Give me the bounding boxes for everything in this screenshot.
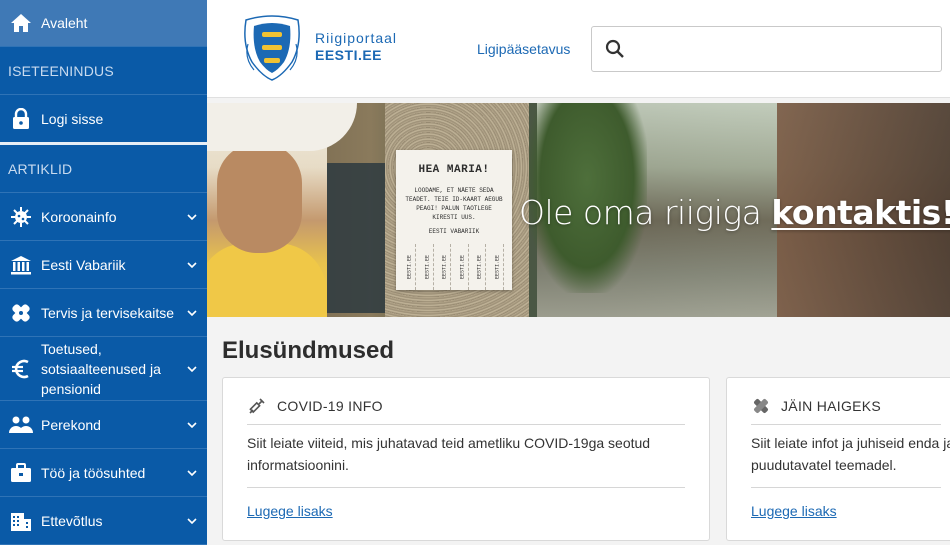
sidebar-item-label: Toetused, sotsiaalteenused ja pensionid: [41, 339, 177, 399]
sidebar-item-benefits[interactable]: Toetused, sotsiaalteenused ja pensionid: [0, 337, 207, 401]
lock-icon: [9, 107, 33, 131]
note-sign: EESTI VABARIIK: [428, 228, 480, 235]
divider: [247, 487, 685, 488]
sidebar-item-label: Tervis ja tervisekaitse: [41, 304, 175, 321]
sidebar-item-label: Ettevõtlus: [41, 512, 103, 529]
read-more-link[interactable]: Lugege lisaks: [751, 503, 837, 519]
sidebar-section-self-service: ISETEENINDUS: [0, 47, 207, 95]
search-icon[interactable]: [592, 39, 638, 59]
card-title: COVID-19 INFO: [277, 398, 383, 414]
site-header: Riigiportaal EESTI.EE Ligipääsetavus: [207, 0, 950, 98]
chevron-down-icon[interactable]: [177, 309, 207, 316]
institution-icon: [9, 253, 33, 277]
card-header: COVID-19 INFO: [247, 396, 383, 416]
read-more-link[interactable]: Lugege lisaks: [247, 503, 333, 519]
chevron-down-icon[interactable]: [177, 421, 207, 428]
chevron-down-icon[interactable]: [177, 213, 207, 220]
brand-line-1: Riigiportaal: [315, 30, 398, 46]
note-strip: EESTI.EE: [404, 244, 416, 290]
sidebar-item-label: Töö ja töösuhted: [41, 464, 146, 481]
hero-headline: Ole oma riigiga kontaktis!: [519, 193, 950, 232]
home-icon: [9, 11, 33, 35]
sidebar-item-home[interactable]: Avaleht: [0, 0, 207, 47]
life-event-card[interactable]: COVID-19 INFO Siit leiate viiteid, mis j…: [222, 377, 710, 541]
hero-person-face: [217, 143, 302, 253]
syringe-icon: [247, 396, 267, 416]
sidebar-item-health[interactable]: Tervis ja tervisekaitse: [0, 289, 207, 337]
card-text: Siit leiate infot ja juhiseid enda ja pu…: [751, 432, 950, 476]
note-strip: EESTI.EE: [421, 244, 434, 290]
card-text-line: Siit leiate viiteid, mis juhatavad teid …: [247, 435, 651, 451]
bandage-icon: [751, 396, 771, 416]
note-strip: EESTI.EE: [491, 244, 504, 290]
divider: [751, 424, 941, 425]
life-event-card[interactable]: JÄIN HAIGEKS Siit leiate infot ja juhise…: [726, 377, 950, 541]
hero-headline-link[interactable]: kontaktis!: [771, 193, 950, 232]
divider: [247, 424, 685, 425]
note-body: LOODAME, ET NÄETE SEDA TEADET. TEIE ID-K…: [405, 187, 503, 221]
sidebar-item-label-line: pensionid: [41, 380, 101, 397]
divider: [751, 487, 941, 488]
note-title: HEA MARIA!: [418, 164, 490, 176]
hero-headline-plain: Ole oma riigiga: [519, 193, 772, 232]
virus-icon: [9, 205, 33, 229]
search-box[interactable]: [591, 26, 942, 72]
bandage-icon: [9, 301, 33, 325]
sidebar-item-republic[interactable]: Eesti Vabariik: [0, 241, 207, 289]
sidebar-item-label: Koroonainfo: [41, 208, 117, 225]
hero-person-shirt: [207, 243, 327, 317]
sidebar-item-label: Logi sisse: [41, 110, 104, 127]
brand-name[interactable]: Riigiportaal EESTI.EE: [315, 30, 397, 64]
building-icon: [9, 509, 33, 533]
sidebar: Avaleht ISETEENINDUS Logi sisse ARTIKLID…: [0, 0, 207, 545]
note-strip: EESTI.EE: [474, 244, 487, 290]
accessibility-link[interactable]: Ligipääsetavus: [477, 41, 570, 57]
search-input[interactable]: [638, 29, 941, 69]
hero-person: [207, 103, 357, 317]
sidebar-item-label-line: sotsiaalteenused ja: [41, 360, 161, 377]
sidebar-item-label: Avaleht: [41, 15, 88, 31]
card-text-line: puudutavatel teemadel.: [751, 457, 897, 473]
note-tear-strips: EESTI.EE EESTI.EE EESTI.EE EESTI.EE EEST…: [404, 244, 504, 290]
sidebar-item-coronavirus[interactable]: Koroonainfo: [0, 193, 207, 241]
sidebar-item-business[interactable]: Ettevõtlus: [0, 497, 207, 545]
family-icon: [9, 413, 33, 437]
sidebar-section-articles: ARTIKLID: [0, 145, 207, 193]
card-text-line: Siit leiate infot ja juhiseid enda ja: [751, 435, 950, 451]
chevron-down-icon[interactable]: [177, 517, 207, 524]
sidebar-item-label: Perekond: [41, 416, 101, 433]
sidebar-item-label: Eesti Vabariik: [41, 256, 126, 273]
hero-notice-paper: HEA MARIA! LOODAME, ET NÄETE SEDA TEADET…: [396, 150, 512, 290]
euro-icon: [9, 357, 33, 381]
section-title: Elusündmused: [222, 337, 395, 364]
sidebar-item-family[interactable]: Perekond: [0, 401, 207, 449]
note-strip: EESTI.EE: [439, 244, 452, 290]
sidebar-item-work[interactable]: Töö ja töösuhted: [0, 449, 207, 497]
chevron-down-icon[interactable]: [177, 469, 207, 476]
chevron-down-icon[interactable]: [177, 261, 207, 268]
hero-person-hat: [207, 103, 357, 151]
card-title: JÄIN HAIGEKS: [781, 398, 882, 414]
sidebar-item-label-line: Toetused,: [41, 340, 102, 357]
hero-banner[interactable]: HEA MARIA! LOODAME, ET NÄETE SEDA TEADET…: [207, 103, 950, 317]
briefcase-icon: [9, 461, 33, 485]
chevron-down-icon[interactable]: [177, 365, 207, 372]
card-text-line: informatsioonini.: [247, 457, 349, 473]
brand-line-2: EESTI.EE: [315, 47, 383, 63]
card-text: Siit leiate viiteid, mis juhatavad teid …: [247, 432, 695, 476]
coat-of-arms-logo[interactable]: [240, 14, 304, 82]
sidebar-item-login[interactable]: Logi sisse: [0, 95, 207, 145]
card-header: JÄIN HAIGEKS: [751, 396, 881, 416]
note-strip: EESTI.EE: [456, 244, 469, 290]
